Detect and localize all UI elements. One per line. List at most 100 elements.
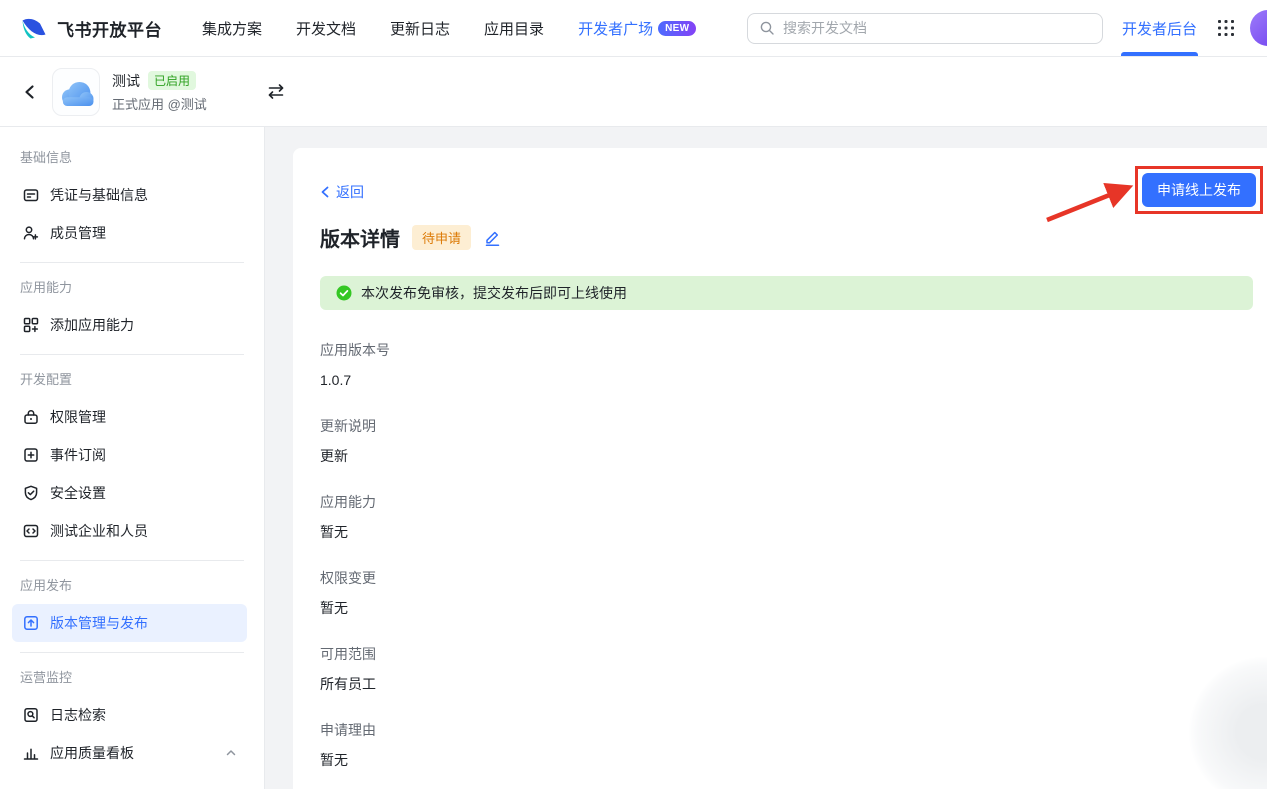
top-navbar: 飞书开放平台 集成方案 开发文档 更新日志 应用目录 开发者广场 NEW 开发者… bbox=[0, 0, 1267, 57]
square-plus-icon bbox=[22, 446, 40, 464]
divider bbox=[20, 262, 244, 263]
sidebar-item-quality-dashboard[interactable]: 应用质量看板 bbox=[12, 734, 247, 772]
sidebar-section-basic-info: 基础信息 bbox=[0, 143, 264, 170]
field-application-reason: 申请理由 暂无 bbox=[320, 720, 1253, 770]
navbar-right: 开发者后台 bbox=[747, 0, 1267, 56]
sidebar-item-label: 安全设置 bbox=[50, 483, 106, 503]
field-value: 1.0.7 bbox=[320, 370, 1253, 390]
sidebar-item-label: 测试企业和人员 bbox=[50, 521, 148, 541]
field-list: 应用版本号 1.0.7 更新说明 更新 应用能力 暂无 权限变更 暂无 bbox=[320, 340, 1253, 770]
sidebar-item-label: 日志检索 bbox=[50, 705, 106, 725]
version-detail-card: 返回 版本详情 待申请 bbox=[293, 148, 1267, 789]
back-chevron-icon[interactable] bbox=[22, 84, 38, 100]
sidebar-section-monitoring: 运营监控 bbox=[0, 663, 264, 690]
field-availability-scope: 可用范围 所有员工 bbox=[320, 644, 1253, 694]
sidebar-item-log-search[interactable]: 日志检索 bbox=[12, 696, 247, 734]
user-add-icon bbox=[22, 224, 40, 242]
field-label: 更新说明 bbox=[320, 416, 1253, 436]
field-value: 暂无 bbox=[320, 750, 1253, 770]
sidebar-item-label: 权限管理 bbox=[50, 407, 106, 427]
field-label: 权限变更 bbox=[320, 568, 1253, 588]
divider bbox=[20, 354, 244, 355]
field-app-version: 应用版本号 1.0.7 bbox=[320, 340, 1253, 390]
field-value: 更新 bbox=[320, 446, 1253, 466]
brand-title: 飞书开放平台 bbox=[57, 16, 162, 41]
chevron-up-icon[interactable] bbox=[225, 747, 237, 759]
field-value: 所有员工 bbox=[320, 674, 1253, 694]
back-link[interactable]: 返回 bbox=[320, 182, 364, 202]
sidebar-item-credentials[interactable]: 凭证与基础信息 bbox=[12, 176, 247, 214]
sidebar-item-label: 凭证与基础信息 bbox=[50, 185, 148, 205]
check-circle-icon bbox=[336, 285, 352, 301]
main-area: 返回 版本详情 待申请 bbox=[265, 127, 1267, 789]
tab-developer-console-label: 开发者后台 bbox=[1122, 18, 1197, 39]
shield-check-icon bbox=[22, 484, 40, 502]
sidebar-item-label: 添加应用能力 bbox=[50, 315, 134, 335]
nav-item-marketplace[interactable]: 开发者广场 NEW bbox=[578, 18, 696, 39]
back-link-label: 返回 bbox=[336, 182, 364, 202]
nav-item-integration[interactable]: 集成方案 bbox=[202, 18, 262, 39]
brand[interactable]: 飞书开放平台 bbox=[20, 14, 162, 42]
status-badge-enabled: 已启用 bbox=[148, 71, 196, 90]
feishu-open-platform-console: 飞书开放平台 集成方案 开发文档 更新日志 应用目录 开发者广场 NEW 开发者… bbox=[0, 0, 1267, 789]
new-badge: NEW bbox=[658, 21, 696, 36]
divider bbox=[20, 560, 244, 561]
app-info: 测试 已启用 正式应用 @测试 bbox=[112, 71, 260, 113]
sidebar-item-label: 成员管理 bbox=[50, 223, 106, 243]
nav-item-changelog[interactable]: 更新日志 bbox=[390, 18, 450, 39]
search-icon bbox=[759, 20, 775, 36]
search-box[interactable] bbox=[747, 13, 1103, 44]
annotation-highlight-box: 申请线上发布 bbox=[1135, 166, 1263, 214]
sidebar: 基础信息 凭证与基础信息 成员管理 bbox=[0, 127, 265, 789]
lock-icon bbox=[22, 408, 40, 426]
sidebar-section-release: 应用发布 bbox=[0, 571, 264, 598]
field-app-capabilities: 应用能力 暂无 bbox=[320, 492, 1253, 542]
grid-menu-icon[interactable] bbox=[1217, 19, 1235, 37]
app-name: 测试 bbox=[112, 71, 140, 91]
sidebar-item-event-subscription[interactable]: 事件订阅 bbox=[12, 436, 247, 474]
sidebar-item-members[interactable]: 成员管理 bbox=[12, 214, 247, 252]
search-input[interactable] bbox=[783, 20, 1091, 36]
title-row: 版本详情 待申请 bbox=[320, 223, 1253, 252]
active-tab-underline bbox=[1121, 52, 1198, 56]
sidebar-item-label: 版本管理与发布 bbox=[50, 613, 148, 633]
sidebar-item-label: 事件订阅 bbox=[50, 445, 106, 465]
tab-developer-console[interactable]: 开发者后台 bbox=[1122, 0, 1197, 56]
success-banner: 本次发布免审核，提交发布后即可上线使用 bbox=[320, 276, 1253, 310]
sidebar-item-label: 应用质量看板 bbox=[50, 743, 134, 763]
app-header: 测试 已启用 正式应用 @测试 bbox=[0, 57, 1267, 127]
nav-item-app-directory[interactable]: 应用目录 bbox=[484, 18, 544, 39]
field-label: 应用能力 bbox=[320, 492, 1253, 512]
sidebar-item-security[interactable]: 安全设置 bbox=[12, 474, 247, 512]
apply-online-release-button[interactable]: 申请线上发布 bbox=[1142, 173, 1256, 207]
field-update-notes: 更新说明 更新 bbox=[320, 416, 1253, 466]
app-subtitle: 正式应用 @测试 bbox=[112, 94, 260, 113]
sidebar-item-test-company[interactable]: 测试企业和人员 bbox=[12, 512, 247, 550]
log-search-icon bbox=[22, 706, 40, 724]
nav-item-marketplace-label: 开发者广场 bbox=[578, 18, 653, 39]
feishu-logo-icon bbox=[20, 14, 48, 42]
field-permission-changes: 权限变更 暂无 bbox=[320, 568, 1253, 618]
user-avatar[interactable] bbox=[1250, 10, 1267, 46]
edit-pencil-icon[interactable] bbox=[483, 228, 502, 247]
code-box-icon bbox=[22, 522, 40, 540]
field-label: 申请理由 bbox=[320, 720, 1253, 740]
bar-chart-icon bbox=[22, 744, 40, 762]
field-value: 暂无 bbox=[320, 522, 1253, 542]
field-label: 可用范围 bbox=[320, 644, 1253, 664]
sidebar-item-permissions[interactable]: 权限管理 bbox=[12, 398, 247, 436]
field-value: 暂无 bbox=[320, 598, 1253, 618]
success-banner-text: 本次发布免审核，提交发布后即可上线使用 bbox=[361, 283, 627, 303]
page-title: 版本详情 bbox=[320, 223, 400, 252]
cloud-app-icon bbox=[52, 68, 100, 116]
id-card-icon bbox=[22, 186, 40, 204]
swap-arrows-icon[interactable] bbox=[266, 83, 286, 100]
divider bbox=[20, 652, 244, 653]
primary-nav: 集成方案 开发文档 更新日志 应用目录 开发者广场 NEW bbox=[202, 18, 696, 39]
sidebar-item-version-management[interactable]: 版本管理与发布 bbox=[12, 604, 247, 642]
publish-box-icon bbox=[22, 614, 40, 632]
sidebar-item-add-capability[interactable]: 添加应用能力 bbox=[12, 306, 247, 344]
status-badge-pending: 待申请 bbox=[412, 225, 471, 250]
nav-item-docs[interactable]: 开发文档 bbox=[296, 18, 356, 39]
grid-add-icon bbox=[22, 316, 40, 334]
